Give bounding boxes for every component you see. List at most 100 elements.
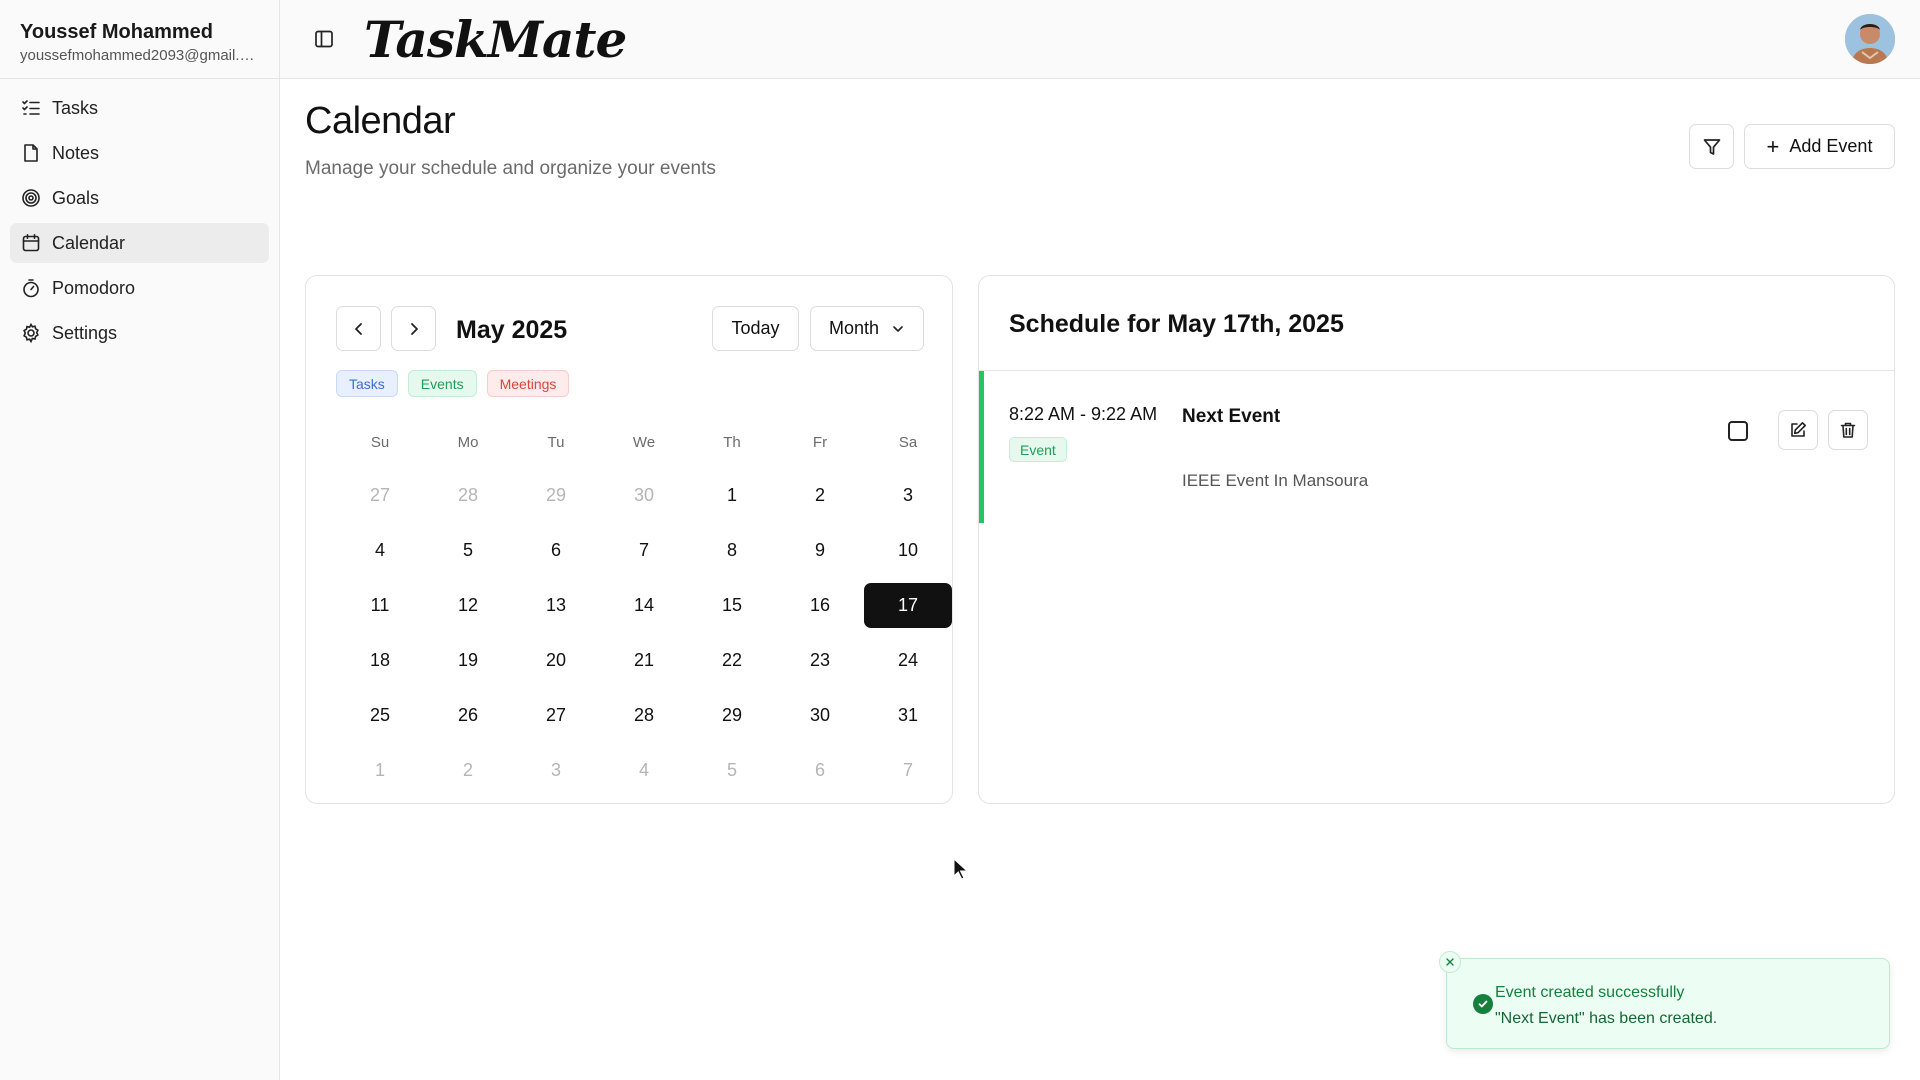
calendar-day[interactable]: 13 (512, 583, 600, 628)
calendar-day[interactable]: 28 (600, 693, 688, 738)
calendar-day[interactable]: 4 (600, 748, 688, 793)
calendar-day[interactable]: 25 (336, 693, 424, 738)
schedule-title: Schedule for May 17th, 2025 (1009, 310, 1344, 338)
legend-tasks: Tasks (336, 370, 398, 397)
calendar-day[interactable]: 8 (688, 528, 776, 573)
calendar-day[interactable]: 28 (424, 473, 512, 518)
weekday-header: Su Mo Tu We Th Fr Sa (336, 434, 952, 451)
sidebar-toggle-icon (315, 30, 333, 48)
sidebar-item-settings[interactable]: Settings (10, 313, 269, 353)
add-event-label: Add Event (1789, 136, 1873, 156)
calendar-day[interactable]: 31 (864, 693, 952, 738)
event-item[interactable]: 8:22 AM - 9:22 AM Event Next Event IEEE … (979, 371, 1894, 523)
event-type-badge: Event (1009, 437, 1067, 462)
sidebar-toggle-button[interactable] (313, 28, 335, 50)
file-icon (21, 143, 41, 163)
calendar-day[interactable]: 1 (336, 748, 424, 793)
calendar-day[interactable]: 29 (512, 473, 600, 518)
calendar-day[interactable]: 16 (776, 583, 864, 628)
filter-button[interactable] (1689, 124, 1734, 169)
sidebar-item-label: Goals (52, 187, 100, 208)
calendar-day[interactable]: 5 (424, 528, 512, 573)
sidebar-item-label: Settings (52, 322, 118, 343)
weekday-label: We (632, 434, 656, 451)
calendar-day[interactable]: 21 (600, 638, 688, 683)
next-month-button[interactable] (391, 306, 436, 351)
event-complete-checkbox[interactable] (1728, 421, 1748, 441)
toast-close-button[interactable] (1439, 951, 1461, 973)
calendar-day[interactable]: 12 (424, 583, 512, 628)
calendar-day-selected[interactable]: 17 (864, 583, 952, 628)
legend-events: Events (407, 370, 477, 397)
sidebar: Youssef Mohammed youssefmohammed2093@gma… (0, 0, 280, 1080)
calendar-day[interactable]: 18 (336, 638, 424, 683)
filter-icon (1703, 138, 1720, 155)
calendar-day[interactable]: 7 (864, 748, 952, 793)
weekday-label: Sa (898, 434, 918, 451)
sidebar-nav: Tasks Notes Goals Calendar Pomodoro Sett… (10, 88, 269, 358)
calendar-day[interactable]: 4 (336, 528, 424, 573)
calendar-day[interactable]: 29 (688, 693, 776, 738)
calendar-day[interactable]: 22 (688, 638, 776, 683)
edit-event-button[interactable] (1778, 410, 1818, 450)
brand-logo[interactable]: TaskMate (364, 10, 627, 69)
schedule-card: Schedule for May 17th, 2025 8:22 AM - 9:… (978, 275, 1895, 804)
calendar-day[interactable]: 2 (776, 473, 864, 518)
calendar-day[interactable]: 1 (688, 473, 776, 518)
calendar-week-row: 25 26 27 28 29 30 31 (336, 693, 952, 748)
calendar-day[interactable]: 5 (688, 748, 776, 793)
calendar-day[interactable]: 30 (600, 473, 688, 518)
calendar-day[interactable]: 24 (864, 638, 952, 683)
user-email: youssefmohammed2093@gmail.com (20, 47, 260, 64)
prev-month-button[interactable] (336, 306, 381, 351)
top-header: TaskMate (280, 0, 1920, 79)
calendar-week-row: 1234567 (336, 748, 952, 803)
sidebar-item-pomodoro[interactable]: Pomodoro (10, 268, 269, 308)
calendar-day[interactable]: 10 (864, 528, 952, 573)
calendar-card: May 2025 Today Month Tasks Events Meetin… (305, 275, 953, 804)
list-checks-icon (21, 98, 41, 118)
calendar-week-row: 27 28 29 30 1 2 3 (336, 473, 952, 528)
calendar-day[interactable]: 27 (512, 693, 600, 738)
delete-event-button[interactable] (1828, 410, 1868, 450)
calendar-day[interactable]: 20 (512, 638, 600, 683)
legend-meetings: Meetings (486, 370, 570, 397)
weekday-label: Tu (547, 434, 565, 451)
calendar-day[interactable]: 3 (864, 473, 952, 518)
calendar-grid: 27 28 29 30 1 2 3 4 5 6 7 8 9 10 11 12 13 14 15 16 17 18 19 20 2… (336, 473, 952, 803)
sidebar-item-notes[interactable]: Notes (10, 133, 269, 173)
calendar-day[interactable]: 19 (424, 638, 512, 683)
view-select[interactable]: Month (810, 306, 924, 351)
sidebar-item-label: Notes (52, 142, 100, 163)
calendar-day[interactable]: 9 (776, 528, 864, 573)
calendar-week-row: 18 19 20 21 22 23 24 (336, 638, 952, 693)
sidebar-item-goals[interactable]: Goals (10, 178, 269, 218)
calendar-day[interactable]: 2 (424, 748, 512, 793)
avatar[interactable] (1845, 14, 1895, 64)
calendar-day[interactable]: 14 (600, 583, 688, 628)
calendar-day[interactable]: 6 (776, 748, 864, 793)
avatar-icon (1845, 14, 1895, 64)
success-toast: Event created successfully "Next Event" … (1439, 951, 1890, 1049)
calendar-day[interactable]: 11 (336, 583, 424, 628)
calendar-day[interactable]: 15 (688, 583, 776, 628)
calendar-day[interactable]: 27 (336, 473, 424, 518)
calendar-day[interactable]: 26 (424, 693, 512, 738)
sidebar-item-calendar[interactable]: Calendar (10, 223, 269, 263)
calendar-day[interactable]: 3 (512, 748, 600, 793)
calendar-day[interactable]: 7 (600, 528, 688, 573)
calendar-day[interactable]: 23 (776, 638, 864, 683)
calendar-day[interactable]: 6 (512, 528, 600, 573)
calendar-day[interactable]: 30 (776, 693, 864, 738)
sidebar-item-label: Pomodoro (52, 277, 136, 298)
add-event-button[interactable]: + Add Event (1744, 124, 1895, 169)
event-title: Next Event (1182, 406, 1281, 427)
trash-icon (1840, 422, 1856, 438)
weekday-label: Mo (457, 434, 479, 451)
today-button[interactable]: Today (712, 306, 799, 351)
chevron-left-icon (354, 322, 362, 335)
close-icon (1446, 958, 1454, 966)
sidebar-item-tasks[interactable]: Tasks (10, 88, 269, 128)
gear-icon (21, 323, 41, 343)
month-label: May 2025 (456, 316, 568, 344)
